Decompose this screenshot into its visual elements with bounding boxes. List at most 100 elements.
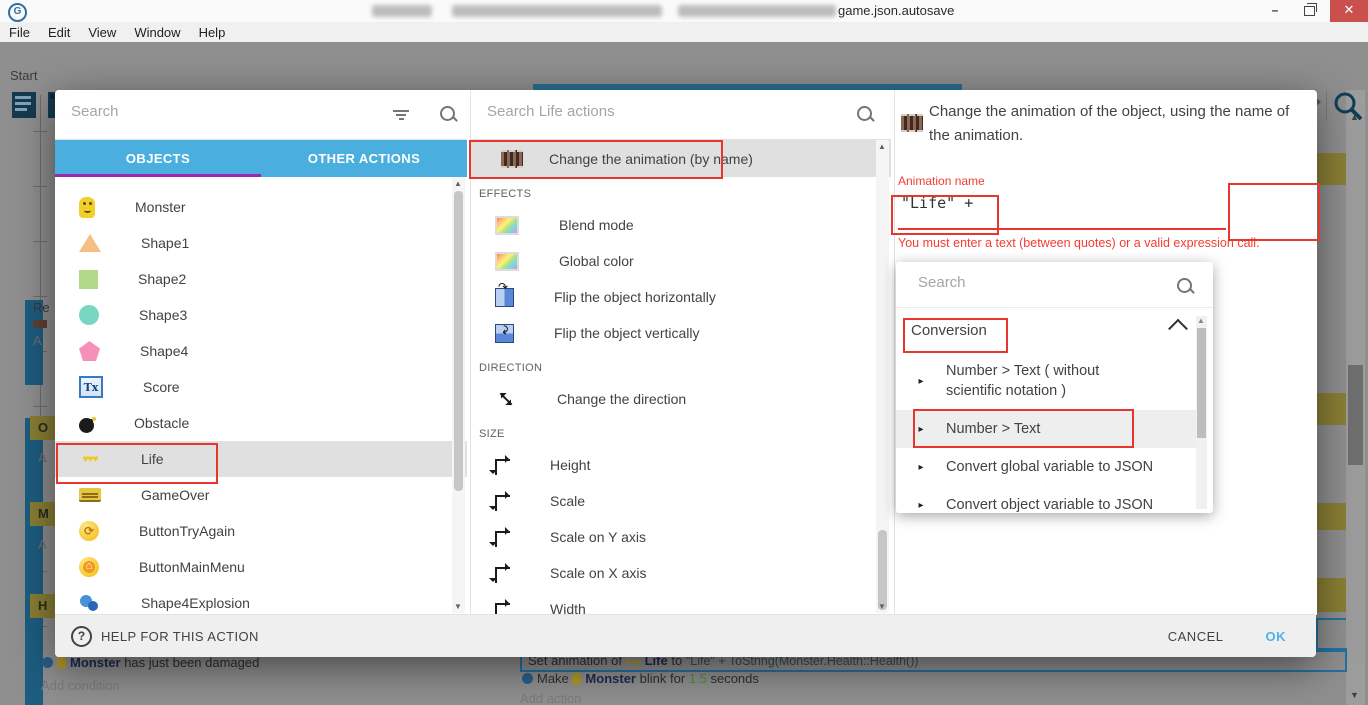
action-row-flip-the-object-horizontally[interactable]: Flip the object horizontally <box>471 279 891 315</box>
scroll-up-icon[interactable]: ▲ <box>878 142 886 151</box>
filter-icon[interactable] <box>391 108 411 122</box>
expression-search-row <box>896 262 1213 308</box>
parameters-panel: Change the animation of the object, usin… <box>894 90 1317 615</box>
events-list-icon[interactable] <box>10 90 42 122</box>
tab-other-actions[interactable]: OTHER ACTIONS <box>261 140 467 177</box>
scroll-down-icon[interactable]: ▼ <box>1350 690 1359 700</box>
triangle-bullet-icon: ▸ <box>896 376 946 387</box>
object-label: ButtonTryAgain <box>139 523 235 539</box>
actions-scrollbar[interactable]: ▲ ▼ <box>876 140 889 613</box>
expression-scrollbar[interactable]: ▲ <box>1196 316 1207 509</box>
action-label: Flip the object vertically <box>554 325 700 341</box>
cancel-button[interactable]: CANCEL <box>1168 629 1224 644</box>
main-toolbar <box>0 42 1368 84</box>
pentagon-icon <box>79 341 100 361</box>
chevron-up-icon[interactable] <box>1168 319 1188 339</box>
action-text: seconds <box>710 671 758 686</box>
triangle-bullet-icon: ▸ <box>896 462 946 473</box>
minimize-button[interactable]: – <box>1258 0 1292 22</box>
scroll-down-icon[interactable]: ▼ <box>454 602 462 611</box>
search-icon[interactable] <box>1176 277 1194 295</box>
action-row-blend-mode[interactable]: Blend mode <box>471 207 891 243</box>
actions-search-input[interactable] <box>485 102 783 121</box>
add-condition-link[interactable]: Add condition <box>41 678 120 693</box>
object-row-gameover[interactable]: GameOver <box>55 477 467 513</box>
scrollbar-thumb[interactable] <box>878 530 887 610</box>
explosion-icon <box>79 592 101 614</box>
scroll-up-icon[interactable]: ▲ <box>1197 316 1205 325</box>
behavior-icon <box>522 673 533 684</box>
object-row-buttonmainmenu[interactable]: ButtonMainMenu <box>55 549 467 585</box>
actions-panel: Change the animation (by name) EFFECTSBl… <box>470 90 891 615</box>
action-row-scale-on-x-axis[interactable]: Scale on X axis <box>471 555 891 591</box>
tab-objects[interactable]: OBJECTS <box>55 140 261 177</box>
menu-window[interactable]: Window <box>125 25 189 40</box>
tree-tick <box>33 296 47 297</box>
object-row-obstacle[interactable]: Obstacle <box>55 405 467 441</box>
search-icon[interactable] <box>439 105 457 123</box>
tree-tick <box>33 406 47 407</box>
menu-file[interactable]: File <box>0 25 39 40</box>
animation-name-field[interactable]: "Life" + <box>901 194 973 212</box>
action-row-scale-on-y-axis[interactable]: Scale on Y axis <box>471 519 891 555</box>
events-scrollbar[interactable]: ▲ ▼ <box>1346 90 1365 705</box>
selected-action-row[interactable]: Change the animation (by name) <box>471 140 891 177</box>
ok-button[interactable]: OK <box>1266 629 1287 644</box>
category-conversion[interactable]: Conversion <box>896 308 1213 352</box>
blink-action[interactable]: Make Monster blink for 1.5 seconds <box>522 671 759 686</box>
expression-search-input[interactable] <box>916 273 1142 292</box>
action-row-flip-the-object-vertically[interactable]: Flip the object vertically <box>471 315 891 351</box>
expression-label: Number > Text ( without scientific notat… <box>946 361 1156 401</box>
hearts-icon <box>79 448 101 470</box>
object-row-life[interactable]: Life <box>55 441 467 477</box>
object-row-buttontryagain[interactable]: ButtonTryAgain <box>55 513 467 549</box>
action-row-scale[interactable]: Scale <box>471 483 891 519</box>
scrollbar-thumb[interactable] <box>1197 328 1206 438</box>
objects-scrollbar[interactable]: ▲ ▼ <box>452 177 465 613</box>
group-header-effects: EFFECTS <box>471 177 891 207</box>
restore-button[interactable] <box>1292 0 1326 22</box>
bomb-icon <box>79 418 94 433</box>
expression-label: Convert global variable to JSON <box>946 457 1156 477</box>
object-row-score[interactable]: Score <box>55 369 467 405</box>
expression-item-convert-object-variable-to-json[interactable]: ▸Convert object variable to JSON <box>896 486 1196 513</box>
menu-help[interactable]: Help <box>190 25 235 40</box>
selected-action-label: Change the animation (by name) <box>549 151 753 167</box>
blurred-title-segment <box>372 5 432 17</box>
menu-view[interactable]: View <box>79 25 125 40</box>
object-row-shape4[interactable]: Shape4 <box>55 333 467 369</box>
expression-item-convert-global-variable-to-json[interactable]: ▸Convert global variable to JSON <box>896 448 1196 486</box>
objects-tabs: OBJECTS OTHER ACTIONS <box>55 140 467 177</box>
damaged-condition[interactable]: Monster has just been damaged <box>42 655 259 670</box>
object-label: Shape4Explosion <box>141 595 250 611</box>
object-row-shape4explosion[interactable]: Shape4Explosion <box>55 585 467 615</box>
scroll-down-icon[interactable]: ▼ <box>878 602 886 611</box>
object-row-monster[interactable]: Monster <box>55 189 467 225</box>
expression-item-number-text[interactable]: ▸Number > Text <box>896 410 1196 448</box>
monster-icon <box>79 197 95 218</box>
help-icon[interactable]: ? <box>71 626 92 647</box>
add-action-link[interactable]: Add action <box>520 691 581 705</box>
scrollbar-thumb[interactable] <box>1348 365 1363 465</box>
scroll-up-icon[interactable]: ▲ <box>454 179 462 188</box>
action-label: Scale <box>550 493 585 509</box>
action-row-width[interactable]: Width <box>471 591 891 615</box>
action-row-global-color[interactable]: Global color <box>471 243 891 279</box>
search-icon[interactable] <box>856 105 874 123</box>
scrollbar-thumb[interactable] <box>454 191 463 491</box>
object-row-shape1[interactable]: Shape1 <box>55 225 467 261</box>
close-button[interactable]: ✕ <box>1330 0 1368 22</box>
expression-popup: Conversion ▸Number > Text ( without scie… <box>896 262 1213 513</box>
objects-search-input[interactable] <box>69 102 361 121</box>
action-row-change-the-direction[interactable]: Change the direction <box>471 381 891 417</box>
search-icon[interactable] <box>1332 90 1364 122</box>
help-link[interactable]: HELP FOR THIS ACTION <box>101 629 259 644</box>
objects-panel: OBJECTS OTHER ACTIONS MonsterShape1Shape… <box>55 90 467 615</box>
background-tab-start[interactable]: Start <box>10 68 37 83</box>
expression-item-number-text-without-scientific-notation[interactable]: ▸Number > Text ( without scientific nota… <box>896 352 1196 410</box>
object-row-shape3[interactable]: Shape3 <box>55 297 467 333</box>
menu-edit[interactable]: Edit <box>39 25 79 40</box>
monster-mini-icon <box>572 673 581 685</box>
object-row-shape2[interactable]: Shape2 <box>55 261 467 297</box>
action-row-height[interactable]: Height <box>471 447 891 483</box>
